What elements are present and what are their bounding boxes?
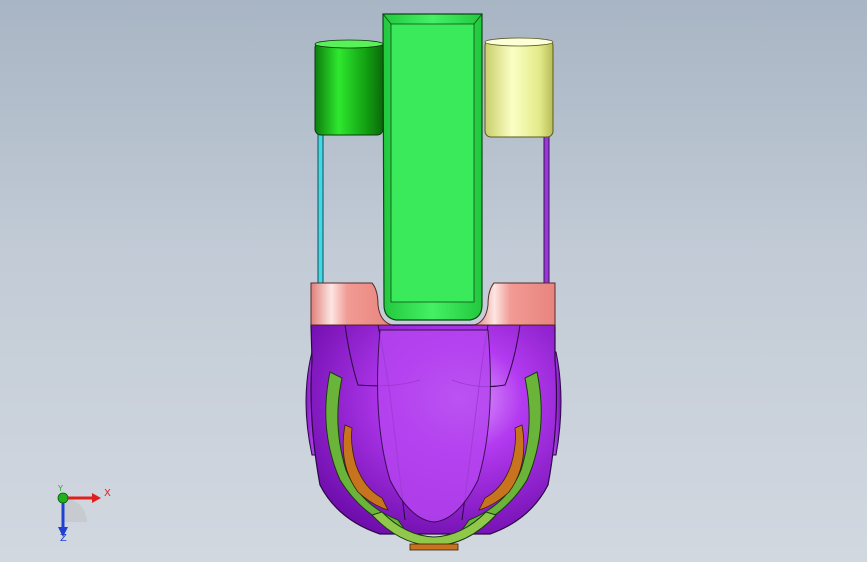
right-rod[interactable] (543, 119, 550, 286)
y-axis-dot (57, 492, 69, 504)
triad-y-label: Y (58, 484, 63, 493)
cad-model-view[interactable] (0, 0, 867, 562)
cad-graphics-viewport[interactable]: X Y Z (0, 0, 867, 562)
triad-x-label: X (104, 488, 111, 499)
left-roller[interactable] (314, 39, 384, 136)
right-roller[interactable] (484, 37, 554, 138)
center-bracket[interactable] (382, 13, 483, 321)
left-rod[interactable] (317, 119, 324, 286)
triad-z-label: Z (60, 533, 67, 544)
view-orientation-triad (57, 492, 101, 537)
